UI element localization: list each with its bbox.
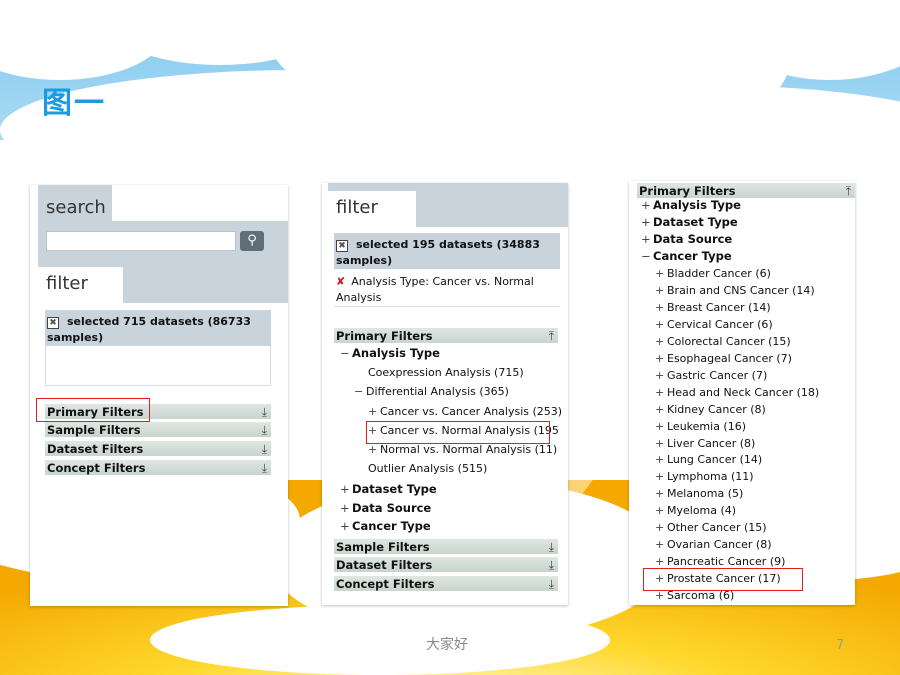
tree-dataset-type[interactable]: + Dataset Type [641, 215, 738, 229]
highlight-prostate-cancer [643, 568, 803, 591]
expand-plus-icon: + [655, 521, 665, 535]
search-filter-panel: search ⚲ filter ✖ selected 715 datasets (… [30, 185, 288, 606]
cancer-type-item[interactable]: + Leukemia (16) [655, 420, 746, 434]
cancer-type-item[interactable]: + Melanoma (5) [655, 487, 743, 501]
cancer-type-item[interactable]: + Liver Cancer (8) [655, 437, 755, 451]
cancer-type-item[interactable]: + Gastric Cancer (7) [655, 369, 767, 383]
highlight-cancer-vs-normal [366, 421, 550, 444]
tree-coexpression[interactable]: Coexpression Analysis (715) [368, 366, 524, 380]
tree-cancer-vs-cancer[interactable]: + Cancer vs. Cancer Analysis (253) [368, 405, 562, 419]
selected-summary: ✖ selected 715 datasets (86733 samples) [45, 310, 271, 346]
expand-arrow-icon: ⤓ [548, 577, 554, 591]
expand-plus-icon: + [655, 419, 665, 433]
active-filter: ✘ Analysis Type: Cancer vs. Normal Analys… [336, 275, 534, 304]
tree-outlier[interactable]: Outlier Analysis (515) [368, 462, 487, 476]
cancer-type-item[interactable]: + Other Cancer (15) [655, 521, 767, 535]
cancer-type-item[interactable]: + Bladder Cancer (6) [655, 267, 771, 281]
expand-arrow-icon: ⤓ [548, 540, 554, 554]
expand-arrow-icon: ⤓ [261, 442, 267, 456]
cancer-type-item[interactable]: + Esophageal Cancer (7) [655, 352, 792, 366]
clear-selection-icon[interactable]: ✖ [47, 317, 59, 329]
cancer-type-item[interactable]: + Sarcoma (6) [655, 589, 734, 603]
expand-plus-icon: + [655, 470, 665, 484]
expand-arrow-icon: ⤓ [261, 461, 267, 475]
cancer-type-item[interactable]: + Kidney Cancer (8) [655, 403, 766, 417]
clear-selection-icon[interactable]: ✖ [336, 240, 348, 252]
expand-arrow-icon: ⤓ [261, 423, 267, 437]
expand-plus-icon: + [655, 436, 665, 450]
filter-bar-sample[interactable]: Sample Filters ⤓ [45, 422, 271, 438]
cancer-type-panel: Primary Filters ⤒ + Analysis Type + Dataset… [629, 181, 855, 605]
cancer-type-item[interactable]: + Ovarian Cancer (8) [655, 538, 772, 552]
expand-plus-icon: + [655, 402, 665, 416]
filter-bar-concept[interactable]: Concept Filters ⤓ [334, 576, 558, 592]
collapse-arrow-icon: ⤒ [548, 329, 554, 343]
expand-plus-icon: + [655, 504, 665, 518]
tree-dataset-type[interactable]: + Dataset Type [340, 482, 437, 496]
tree-differential[interactable]: − Differential Analysis (365) [354, 385, 509, 399]
tree-data-source[interactable]: + Data Source [641, 232, 732, 246]
highlight-primary-filters [36, 398, 150, 422]
expand-plus-icon: + [655, 538, 665, 552]
tree-normal-vs-normal[interactable]: + Normal vs. Normal Analysis (11) [368, 443, 557, 457]
filter-bar-dataset[interactable]: Dataset Filters ⤓ [45, 441, 271, 457]
page-number: 7 [836, 638, 845, 653]
tree-cancer-type[interactable]: + Cancer Type [340, 519, 431, 533]
expand-plus-icon: + [655, 487, 665, 501]
expand-arrow-icon: ⤓ [548, 558, 554, 572]
cancer-type-item[interactable]: + Head and Neck Cancer (18) [655, 386, 819, 400]
expand-plus-icon: + [655, 334, 665, 348]
tab-filter[interactable]: filter [38, 267, 131, 303]
expand-plus-icon: + [655, 317, 665, 331]
magnifier-icon: ⚲ [247, 233, 257, 248]
cancer-type-item[interactable]: + Myeloma (4) [655, 504, 736, 518]
cancer-type-item[interactable]: + Colorectal Cancer (15) [655, 335, 791, 349]
tree-analysis-type[interactable]: + Analysis Type [641, 198, 741, 212]
expand-plus-icon: + [655, 453, 665, 467]
selected-summary: ✖ selected 195 datasets (34883 samples) [334, 233, 560, 269]
filter-panel-analysis: filter ✖ selected 195 datasets (34883 sam… [322, 183, 568, 605]
filter-bar-concept[interactable]: Concept Filters ⤓ [45, 460, 271, 476]
collapse-arrow-icon: ⤒ [845, 184, 851, 198]
search-input[interactable] [46, 231, 236, 251]
expand-plus-icon: + [655, 283, 665, 297]
cancer-type-item[interactable]: + Cervical Cancer (6) [655, 318, 773, 332]
expand-plus-icon: + [655, 589, 665, 603]
search-button[interactable]: ⚲ [240, 231, 264, 251]
filter-bar-dataset[interactable]: Dataset Filters ⤓ [334, 557, 558, 573]
cancer-type-item[interactable]: + Brain and CNS Cancer (14) [655, 284, 815, 298]
expand-plus-icon: + [655, 351, 665, 365]
filter-bar-sample[interactable]: Sample Filters ⤓ [334, 539, 558, 555]
slide-title: 图一 [42, 86, 106, 121]
tree-analysis-type[interactable]: − Analysis Type [340, 346, 440, 360]
expand-arrow-icon: ⤓ [261, 405, 267, 419]
filter-bar-primary[interactable]: Primary Filters ⤒ [334, 328, 558, 344]
tree-data-source[interactable]: + Data Source [340, 501, 431, 515]
filter-bar-primary[interactable]: Primary Filters ⤒ [637, 183, 855, 199]
slide-footer: 大家好 [426, 637, 468, 653]
cancer-type-item[interactable]: + Lymphoma (11) [655, 470, 754, 484]
tab-search[interactable]: search [38, 191, 120, 227]
tree-cancer-type[interactable]: − Cancer Type [641, 249, 732, 263]
remove-filter-icon[interactable]: ✘ [336, 275, 345, 288]
expand-plus-icon: + [655, 368, 665, 382]
cancer-type-item[interactable]: + Lung Cancer (14) [655, 453, 762, 467]
tab-filter[interactable]: filter [328, 191, 416, 227]
expand-plus-icon: + [655, 385, 665, 399]
cancer-type-item[interactable]: + Breast Cancer (14) [655, 301, 771, 315]
expand-plus-icon: + [655, 300, 665, 314]
expand-plus-icon: + [655, 267, 665, 280]
